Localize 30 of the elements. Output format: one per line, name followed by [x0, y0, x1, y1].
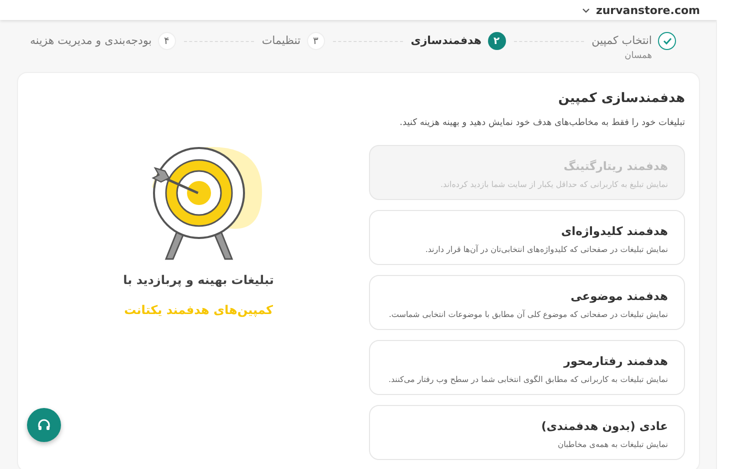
option-title: هدفمند رفتارمحور	[562, 353, 668, 370]
step-label[interactable]: بودجه‌بندی و مدیریت هزینه	[30, 34, 152, 47]
promo-text: تبلیغات بهینه و پربازدید با	[123, 272, 274, 289]
step-done-icon[interactable]	[658, 32, 676, 50]
step-label[interactable]: تنظیمات	[262, 34, 301, 47]
option-description: نمایش تبلیغات در صفحاتی که موضوع کلی آن مطابق با موضوعات انتخابی شماست.	[388, 309, 668, 322]
option-title: هدفمند کلیدواژه‌ای	[560, 223, 668, 240]
option-description: نمایش تبلیغات به کاربرانی که مطابق الگوی انتخابی شما در سطح وب رفتار می‌کنند.	[387, 374, 668, 386]
option-description: نمایش تبلیغات در صفحاتی که کلیدواژه‌های انتخابی‌تان در آن‌ها قرار دارند.	[424, 244, 668, 256]
step-number[interactable]: ۲	[488, 32, 506, 50]
targeting-option-card[interactable]: عادی (بدون هدفمندی) نمایش تبلیغات به همه‌ی مخاطبان	[369, 405, 685, 460]
step-number[interactable]: ۴	[158, 32, 176, 50]
step-number[interactable]: ۳	[306, 32, 325, 50]
headset-icon	[37, 418, 51, 432]
targeting-option-card[interactable]: هدفمند موضوعی نمایش تبلیغات در صفحاتی که موضوع کلی آن مطابق با موضوعات انتخابی شماست.	[369, 275, 685, 330]
promo-highlight: کمپین‌های هدفمند یکتانت	[124, 302, 273, 319]
caret-icon[interactable]	[582, 8, 590, 14]
step-label[interactable]: انتخاب کمپین	[592, 34, 652, 47]
domain-label[interactable]: zurvanstore.com	[596, 5, 700, 20]
panel-subtitle: تبلیغات خود را فقط به مخاطب‌های هدف خود نمایش دهید و بهینه هزینه کنید.	[398, 116, 685, 130]
step-label[interactable]: هدفمندسازی	[410, 34, 482, 47]
targeting-option-card[interactable]: هدفمند رفتارمحور نمایش تبلیغات به کاربرانی که مطابق الگوی انتخابی شما در سطح وب رفتار می‌کنند.	[369, 340, 685, 395]
panel-title: هدفمندسازی کمپین	[557, 90, 685, 108]
option-description: نمایش تبلیغ به کاربرانی که حداقل یکبار از سایت شما بازدید کرده‌اند.	[440, 179, 668, 192]
option-title: هدفمند موضوعی	[570, 288, 668, 305]
option-title: عادی (بدون هدفمندی)	[540, 418, 668, 435]
option-title: هدفمند ریتارگتینگ	[562, 158, 668, 175]
option-description: نمایش تبلیغات به همه‌ی مخاطبان	[556, 439, 668, 452]
step-sublabel: همسان	[624, 50, 652, 62]
targeting-option-card[interactable]: هدفمند کلیدواژه‌ای نمایش تبلیغات در صفحاتی که کلیدواژه‌های انتخابی‌تان در آن‌ها قرار دارند.	[369, 210, 685, 265]
